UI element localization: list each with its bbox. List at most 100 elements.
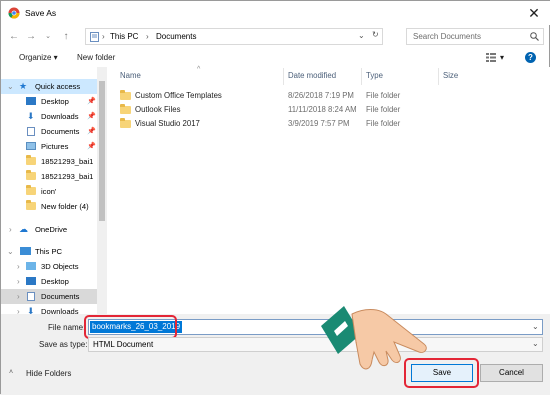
back-icon[interactable]: ← <box>7 30 21 44</box>
file-name-label: File name: <box>48 323 86 332</box>
folder-icon <box>26 170 36 180</box>
cube-icon <box>26 262 36 270</box>
sidebar-item-this-pc[interactable]: ⌄ This PC <box>1 244 97 259</box>
sidebar-item-label: New folder (4) <box>41 202 89 211</box>
save-type-label: Save as type: <box>39 340 88 349</box>
table-row[interactable]: Outlook Files 11/11/2018 8:24 AM File fo… <box>111 103 541 116</box>
window-title: Save As <box>25 8 57 18</box>
sidebar-item-label: Desktop <box>41 277 69 286</box>
sidebar-item-label: icon' <box>41 187 57 196</box>
forward-icon[interactable]: → <box>24 30 38 44</box>
chevron-up-icon: ˄ <box>9 369 14 376</box>
file-type: File folder <box>366 119 401 128</box>
chevron-down-icon[interactable]: ⌄ <box>532 322 539 331</box>
file-name: Outlook Files <box>135 105 181 114</box>
breadcrumb-documents[interactable]: Documents <box>156 32 196 41</box>
close-button[interactable]: ✕ <box>520 4 548 22</box>
file-name: Visual Studio 2017 <box>135 119 200 128</box>
column-header-type[interactable]: Type <box>366 71 383 80</box>
sidebar-item-3d-objects[interactable]: › 3D Objects <box>1 259 97 274</box>
sidebar-item-documents[interactable]: Documents 📌 <box>1 124 97 139</box>
column-header-date[interactable]: Date modified <box>288 71 336 80</box>
documents-icon <box>90 32 99 42</box>
sidebar-item-onedrive[interactable]: › ☁ OneDrive <box>1 222 97 237</box>
chevron-down-icon[interactable]: ⌄ <box>532 339 539 348</box>
column-header-size[interactable]: Size <box>443 71 458 80</box>
chevron-right-icon[interactable]: › <box>9 222 12 237</box>
sidebar-item-folder[interactable]: 18521293_bai1 <box>1 154 97 169</box>
breadcrumb-separator: › <box>102 32 105 41</box>
column-divider[interactable] <box>283 68 284 85</box>
chevron-down-icon[interactable]: ⌄ <box>358 31 365 40</box>
chevron-down-icon[interactable]: ⌄ <box>7 79 14 94</box>
file-date: 8/26/2018 7:19 PM <box>288 91 354 100</box>
column-header-name[interactable]: Name <box>120 71 141 80</box>
sort-arrow-icon: ^ <box>197 66 201 73</box>
column-divider[interactable] <box>438 68 439 85</box>
chevron-down-icon[interactable]: ⌄ <box>41 30 55 44</box>
column-divider[interactable] <box>361 68 362 85</box>
title-bar: Save As ✕ <box>1 1 550 25</box>
refresh-icon[interactable]: ↻ <box>372 30 379 39</box>
pin-icon: 📌 <box>87 113 96 120</box>
pin-icon: 📌 <box>87 98 96 105</box>
sidebar-item-folder[interactable]: 18521293_bai1 <box>1 169 97 184</box>
desktop-icon <box>26 277 36 285</box>
breadcrumb-this-pc[interactable]: This PC <box>110 32 138 41</box>
folder-icon <box>120 90 131 100</box>
organize-button[interactable]: Organize ▾ <box>19 53 58 62</box>
help-icon[interactable]: ? <box>525 52 536 63</box>
sidebar-item-desktop[interactable]: › Desktop <box>1 274 97 289</box>
sidebar-item-label: 18521293_bai1 <box>41 172 94 181</box>
save-as-dialog: Save As ✕ ← → ⌄ ↑ › This PC › Documents … <box>0 0 550 395</box>
table-row[interactable]: Visual Studio 2017 3/9/2019 7:57 PM File… <box>111 117 541 130</box>
pictures-icon <box>26 142 36 150</box>
view-options-icon[interactable] <box>486 53 496 62</box>
save-type-value: HTML Document <box>93 340 154 349</box>
navigation-pane: ⌄ ★ Quick access Desktop 📌 ⬇ Downloads 📌… <box>1 67 107 314</box>
download-icon: ⬇ <box>27 306 35 314</box>
sidebar-item-label: OneDrive <box>35 225 68 234</box>
sidebar-item-documents-selected[interactable]: › Documents <box>1 289 97 304</box>
file-type: File folder <box>366 91 401 100</box>
search-input[interactable]: Search Documents <box>413 32 481 41</box>
cloud-icon: ☁ <box>19 224 28 234</box>
chevron-right-icon[interactable]: › <box>17 304 20 314</box>
new-folder-button[interactable]: New folder <box>77 53 115 62</box>
sidebar-item-label: Documents <box>41 292 80 301</box>
sidebar-item-folder[interactable]: icon' <box>1 184 97 199</box>
view-dropdown[interactable]: ▾ <box>500 53 504 62</box>
sidebar-item-label: Pictures <box>41 142 69 151</box>
search-icon[interactable] <box>530 32 539 41</box>
chevron-right-icon[interactable]: › <box>17 289 20 304</box>
sidebar-item-label: Desktop <box>41 97 69 106</box>
pointing-hand-icon <box>321 306 427 370</box>
sidebar-item-label: Downloads <box>41 307 79 314</box>
address-bar[interactable]: › This PC › Documents ⌄ ↻ <box>85 28 383 45</box>
sidebar-scrollbar-thumb[interactable] <box>99 81 105 221</box>
search-box[interactable]: Search Documents <box>406 28 544 45</box>
chevron-down-icon[interactable]: ⌄ <box>7 244 14 259</box>
sidebar-item-downloads[interactable]: › ⬇ Downloads <box>1 304 97 314</box>
sidebar-item-downloads[interactable]: ⬇ Downloads 📌 <box>1 109 97 124</box>
sidebar-item-pictures[interactable]: Pictures 📌 <box>1 139 97 154</box>
chevron-right-icon[interactable]: › <box>17 259 20 274</box>
file-type: File folder <box>366 105 401 114</box>
folder-icon <box>120 104 131 114</box>
documents-icon <box>27 292 35 301</box>
chrome-icon <box>8 7 20 19</box>
cancel-button[interactable]: Cancel <box>480 364 543 382</box>
pin-icon: 📌 <box>87 128 96 135</box>
file-name-highlight <box>84 315 177 339</box>
download-icon: ⬇ <box>27 111 35 121</box>
file-name: Custom Office Templates <box>135 91 222 100</box>
sidebar-item-folder[interactable]: New folder (4) <box>1 199 97 214</box>
sidebar-item-quick-access[interactable]: ⌄ ★ Quick access <box>1 79 97 94</box>
documents-icon <box>27 127 35 136</box>
file-date: 11/11/2018 8:24 AM <box>288 105 357 114</box>
chevron-right-icon[interactable]: › <box>17 274 20 289</box>
sidebar-item-label: Quick access <box>35 82 81 91</box>
sidebar-item-desktop[interactable]: Desktop 📌 <box>1 94 97 109</box>
up-arrow-icon[interactable]: ↑ <box>59 30 73 44</box>
table-row[interactable]: Custom Office Templates 8/26/2018 7:19 P… <box>111 89 541 102</box>
